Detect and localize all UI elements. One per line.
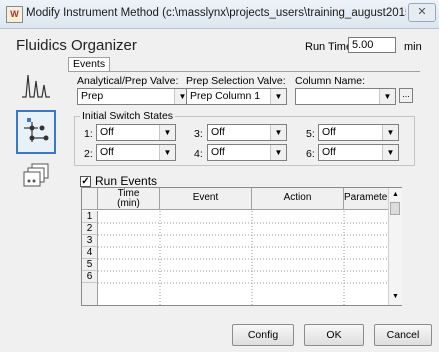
column-name-select[interactable]: ▼ xyxy=(295,88,396,105)
switch-5-value: Off xyxy=(322,126,336,138)
switch-3-value: Off xyxy=(211,126,225,138)
switch-1-label: 1: xyxy=(84,128,93,140)
chevron-down-icon: ▼ xyxy=(270,89,286,104)
chevron-down-icon: ▼ xyxy=(382,125,398,140)
switch-3-select[interactable]: Off ▼ xyxy=(207,124,287,141)
scroll-down-icon[interactable]: ▼ xyxy=(390,292,401,302)
run-time-input[interactable] xyxy=(348,37,396,53)
switch-4-value: Off xyxy=(211,146,225,158)
cancel-button[interactable]: Cancel xyxy=(374,324,432,346)
run-time-unit: min xyxy=(404,41,422,53)
switch-5-select[interactable]: Off ▼ xyxy=(318,124,399,141)
chevron-down-icon: ▼ xyxy=(270,145,286,160)
chevron-down-icon: ▼ xyxy=(159,145,175,160)
chevron-down-icon: ▼ xyxy=(382,145,398,160)
switch-1-value: Off xyxy=(100,126,114,138)
chromatogram-peaks-icon xyxy=(22,74,50,98)
events-table: Time (min) Event Action Parameter 1 2 3 … xyxy=(81,187,402,306)
chevron-down-icon: ▼ xyxy=(379,89,395,104)
table-scrollbar[interactable]: ▲ ▼ xyxy=(388,188,402,305)
column-name-label: Column Name: xyxy=(295,75,366,87)
switch-6-label: 6: xyxy=(306,148,315,160)
nav-fluidics-button[interactable] xyxy=(16,110,56,154)
switch-4-select[interactable]: Off ▼ xyxy=(207,144,287,161)
prep-selection-valve-label: Prep Selection Valve: xyxy=(186,75,286,87)
nav-chromatogram-button[interactable] xyxy=(16,63,56,107)
config-button[interactable]: Config xyxy=(232,324,294,346)
prep-selection-valve-value: Prep Column 1 xyxy=(190,90,261,102)
analytical-prep-valve-value: Prep xyxy=(81,90,104,102)
prep-selection-valve-select[interactable]: Prep Column 1 ▼ xyxy=(186,88,287,105)
chevron-down-icon: ▼ xyxy=(270,125,286,140)
window-title: Modify Instrument Method (c:\masslynx\pr… xyxy=(26,7,406,19)
switch-1-select[interactable]: Off ▼ xyxy=(96,124,176,141)
stacked-plates-icon xyxy=(23,163,49,187)
switch-2-label: 2: xyxy=(84,148,93,160)
run-events-label: Run Events xyxy=(95,174,158,188)
switch-5-label: 5: xyxy=(306,128,315,140)
ok-button[interactable]: OK xyxy=(304,324,364,346)
page-title: Fluidics Organizer xyxy=(16,37,137,54)
table-grid-lines xyxy=(98,211,389,305)
close-button[interactable]: ✕ xyxy=(408,3,436,22)
switch-3-label: 3: xyxy=(194,128,203,140)
initial-switch-states-label: Initial Switch States xyxy=(80,110,176,122)
app-icon: W xyxy=(6,6,23,23)
tab-events[interactable]: Events xyxy=(68,57,111,72)
browse-column-button[interactable]: ... xyxy=(399,88,413,103)
run-events-checkbox[interactable]: ✓ xyxy=(80,176,91,187)
switch-6-value: Off xyxy=(322,146,336,158)
title-bar: W Modify Instrument Method (c:\masslynx\… xyxy=(0,0,439,29)
tab-divider xyxy=(68,71,420,72)
scroll-thumb[interactable] xyxy=(390,202,400,215)
scroll-up-icon[interactable]: ▲ xyxy=(390,190,401,200)
switch-6-select[interactable]: Off ▼ xyxy=(318,144,399,161)
chevron-down-icon: ▼ xyxy=(159,125,175,140)
switch-2-select[interactable]: Off ▼ xyxy=(96,144,176,161)
fluidics-connection-icon xyxy=(24,118,49,142)
switch-2-value: Off xyxy=(100,146,114,158)
analytical-prep-valve-select[interactable]: Prep ▼ xyxy=(77,88,191,105)
analytical-prep-valve-label: Analytical/Prep Valve: xyxy=(77,75,179,87)
switch-4-label: 4: xyxy=(194,148,203,160)
nav-plates-button[interactable] xyxy=(16,158,56,202)
